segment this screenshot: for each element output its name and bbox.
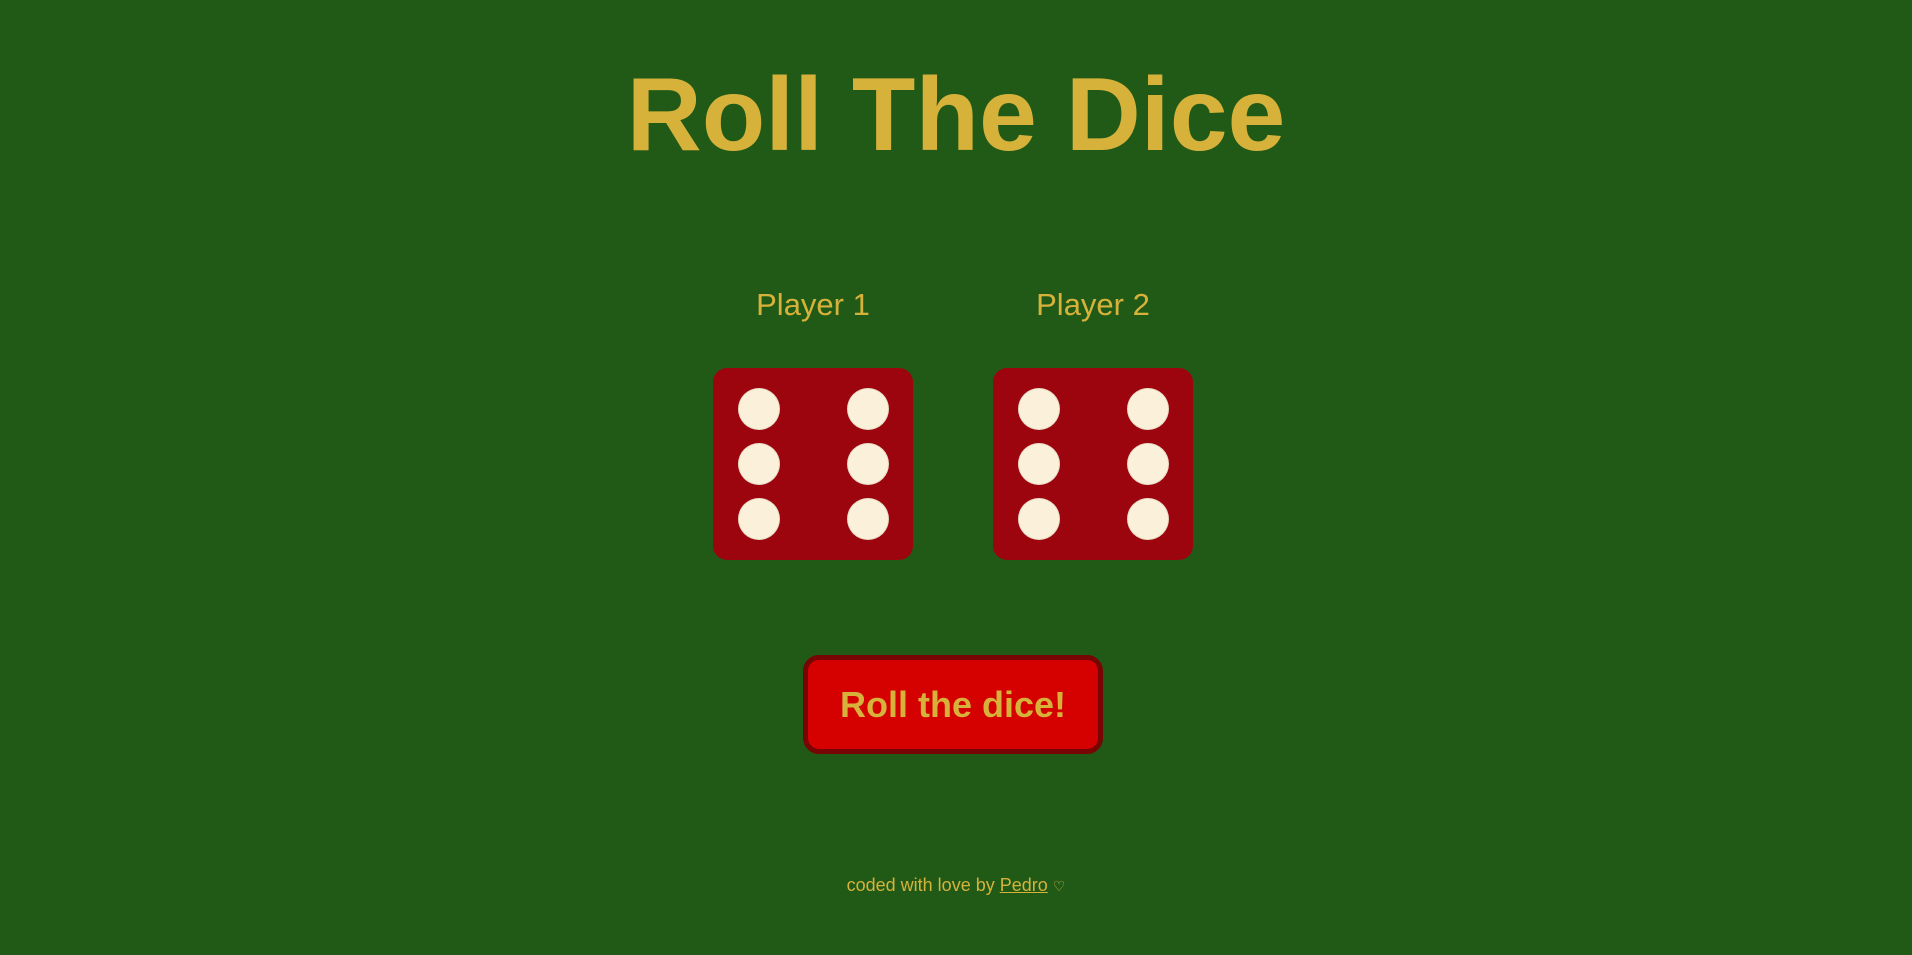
die-pip [1127, 388, 1169, 430]
footer-text: coded with love by [846, 875, 995, 895]
die-pip [847, 443, 889, 485]
player-2-panel: Player 2 [993, 285, 1193, 560]
die-pip [738, 498, 780, 540]
player-1-die [713, 368, 913, 560]
heart-icon: ♡ [1052, 878, 1066, 894]
die-pip [1018, 443, 1060, 485]
player-2-label: Player 2 [1036, 287, 1150, 322]
player-1-panel: Player 1 [713, 285, 913, 560]
author-link[interactable]: Pedro [1000, 875, 1048, 895]
roll-dice-button[interactable]: Roll the dice! [803, 655, 1103, 754]
die-pip [1127, 498, 1169, 540]
footer: coded with love by Pedro ♡ [0, 874, 1912, 897]
page-title: Roll The Dice [626, 57, 1286, 173]
die-pip [1018, 498, 1060, 540]
die-pip [847, 388, 889, 430]
player-2-die [993, 368, 1193, 560]
die-pip [1127, 443, 1169, 485]
player-1-label: Player 1 [756, 287, 870, 322]
die-pip [738, 388, 780, 430]
die-pip [847, 498, 889, 540]
die-pip [1018, 388, 1060, 430]
die-pip [738, 443, 780, 485]
